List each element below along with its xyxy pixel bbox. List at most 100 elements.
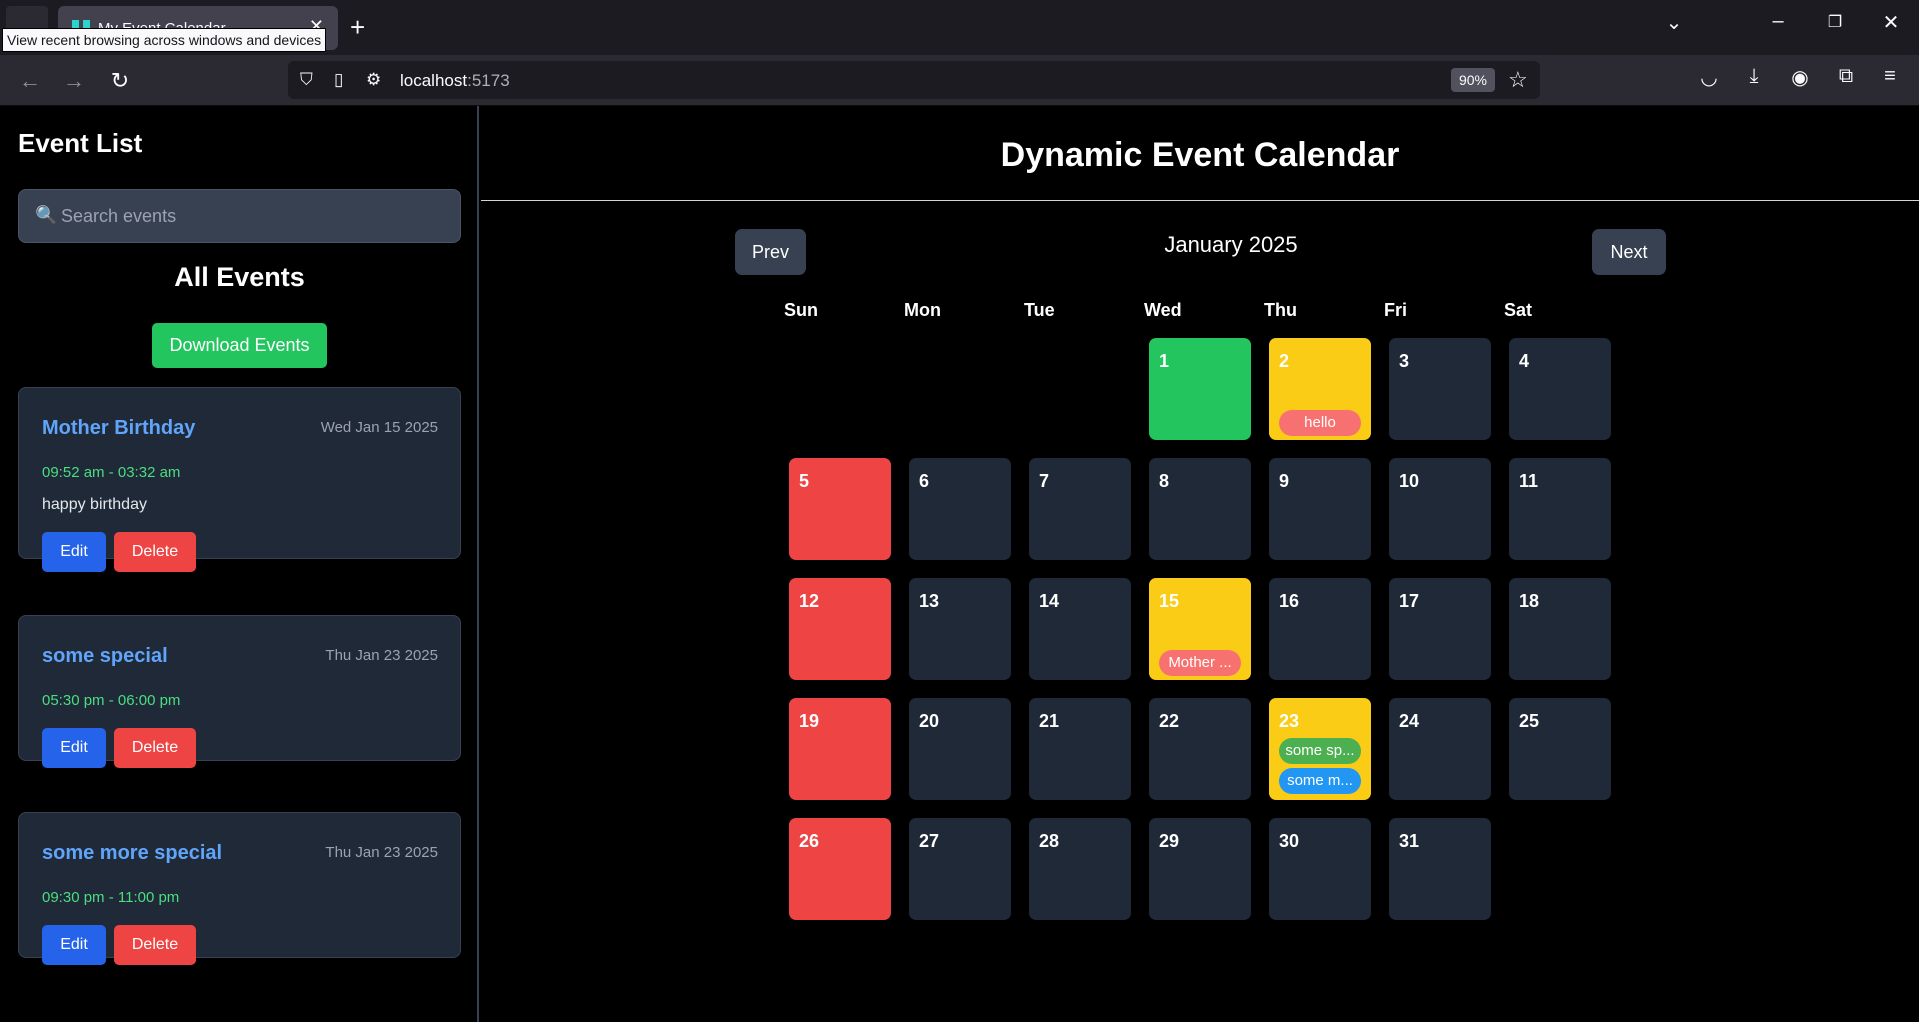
- search-icon: 🔍: [35, 205, 58, 225]
- event-pill[interactable]: some m...: [1279, 768, 1361, 794]
- edit-button[interactable]: Edit: [42, 925, 106, 965]
- restore-icon[interactable]: ❐: [1815, 12, 1855, 32]
- weekday-fri: Fri: [1384, 300, 1408, 320]
- day-number: 4: [1519, 351, 1530, 371]
- new-tab-button[interactable]: +: [350, 12, 365, 42]
- pocket-icon[interactable]: ◡: [1693, 65, 1725, 90]
- calendar-day[interactable]: 13: [909, 578, 1011, 680]
- day-number: 25: [1519, 711, 1540, 731]
- menu-icon[interactable]: ≡: [1874, 65, 1906, 88]
- weekday-sat: Sat: [1504, 300, 1533, 320]
- event-description: happy birthday: [42, 496, 147, 513]
- event-title: some more special: [42, 842, 223, 864]
- day-number: 3: [1399, 351, 1410, 371]
- minimize-icon[interactable]: –: [1758, 10, 1798, 33]
- url-bar[interactable]: ⛉ ▯ ⚙ localhost:5173 90% ☆: [288, 61, 1540, 99]
- day-number: 8: [1159, 471, 1170, 491]
- list-all-tabs-icon[interactable]: ⌄: [1654, 10, 1694, 35]
- next-month-button[interactable]: Next: [1592, 229, 1666, 275]
- event-date: Wed Jan 15 2025: [320, 419, 438, 436]
- event-pill[interactable]: hello: [1279, 410, 1361, 436]
- account-icon[interactable]: ◉: [1784, 65, 1816, 90]
- day-number: 13: [919, 591, 940, 611]
- url-text[interactable]: localhost:5173: [400, 71, 510, 91]
- event-title: Mother Birthday: [42, 417, 196, 439]
- delete-button[interactable]: Delete: [114, 532, 196, 572]
- event-list-sidebar: Event List 🔍 All Events Download Events …: [0, 106, 479, 1022]
- edit-button[interactable]: Edit: [42, 532, 106, 572]
- shield-icon[interactable]: ⛉: [300, 70, 313, 90]
- calendar-day[interactable]: 17: [1389, 578, 1491, 680]
- sidebar-title: Event List: [18, 128, 143, 158]
- browser-tab-bar: My Event Calendar ✕ + View recent browsi…: [0, 0, 1919, 55]
- weekday-tue: Tue: [1024, 300, 1055, 320]
- calendar-day[interactable]: 12: [789, 578, 891, 680]
- weekday-sun: Sun: [784, 300, 818, 320]
- day-number: 20: [919, 711, 940, 731]
- delete-button[interactable]: Delete: [114, 925, 196, 965]
- calendar-day[interactable]: 4: [1509, 338, 1611, 440]
- calendar-day[interactable]: 26: [789, 818, 891, 920]
- event-time: 09:30 pm - 11:00 pm: [42, 889, 180, 906]
- day-number: 24: [1399, 711, 1420, 731]
- close-window-icon[interactable]: ✕: [1871, 10, 1911, 35]
- permissions-icon[interactable]: ⚙: [366, 70, 381, 90]
- calendar-day[interactable]: 18: [1509, 578, 1611, 680]
- reload-icon[interactable]: ↻: [104, 65, 136, 97]
- calendar-day[interactable]: 14: [1029, 578, 1131, 680]
- calendar-day[interactable]: 3: [1389, 338, 1491, 440]
- back-icon[interactable]: ←: [14, 65, 46, 97]
- calendar-day[interactable]: 8: [1149, 458, 1251, 560]
- url-host: localhost: [400, 71, 468, 90]
- bookmark-star-icon[interactable]: ☆: [1508, 67, 1528, 93]
- day-number: 5: [799, 471, 810, 491]
- calendar-day[interactable]: 31: [1389, 818, 1491, 920]
- calendar-day[interactable]: 15 Mother ...: [1149, 578, 1251, 680]
- day-number: 14: [1039, 591, 1060, 611]
- calendar-day[interactable]: 7: [1029, 458, 1131, 560]
- downloads-icon[interactable]: ⤓: [1738, 65, 1770, 88]
- event-card: some special Thu Jan 23 2025 05:30 pm - …: [18, 615, 461, 768]
- calendar-day[interactable]: 20: [909, 698, 1011, 800]
- search-box[interactable]: 🔍: [18, 189, 461, 243]
- calendar-day[interactable]: 21: [1029, 698, 1131, 800]
- event-pill[interactable]: some sp...: [1279, 738, 1361, 764]
- day-number: 15: [1159, 591, 1180, 611]
- event-title: some special: [42, 645, 168, 667]
- calendar-day[interactable]: 6: [909, 458, 1011, 560]
- download-events-button[interactable]: Download Events: [152, 323, 327, 368]
- day-number: 10: [1399, 471, 1420, 491]
- forward-icon[interactable]: →: [58, 65, 90, 97]
- calendar-day[interactable]: 28: [1029, 818, 1131, 920]
- month-label: January 2025: [1164, 232, 1298, 257]
- calendar-day[interactable]: 30: [1269, 818, 1371, 920]
- calendar-day[interactable]: 23 some sp... some m...: [1269, 698, 1371, 800]
- day-number: 11: [1519, 471, 1539, 491]
- calendar-day[interactable]: 22: [1149, 698, 1251, 800]
- calendar-day[interactable]: 10: [1389, 458, 1491, 560]
- edit-button[interactable]: Edit: [42, 728, 106, 768]
- calendar-day[interactable]: 1: [1149, 338, 1251, 440]
- page-title: Dynamic Event Calendar: [1000, 136, 1400, 174]
- zoom-indicator[interactable]: 90%: [1451, 68, 1495, 92]
- day-number: 12: [799, 591, 820, 611]
- day-number: 23: [1279, 711, 1300, 731]
- calendar-day[interactable]: 2 hello: [1269, 338, 1371, 440]
- calendar-day[interactable]: 29: [1149, 818, 1251, 920]
- day-number: 27: [919, 831, 940, 851]
- delete-button[interactable]: Delete: [114, 728, 196, 768]
- calendar-day[interactable]: 19: [789, 698, 891, 800]
- extensions-icon[interactable]: ⧉: [1830, 65, 1862, 88]
- event-pill[interactable]: Mother ...: [1159, 650, 1241, 676]
- event-time: 09:52 am - 03:32 am: [42, 464, 181, 481]
- calendar-day[interactable]: 11: [1509, 458, 1611, 560]
- page-icon[interactable]: ▯: [334, 70, 343, 90]
- calendar-day[interactable]: 5: [789, 458, 891, 560]
- calendar-day[interactable]: 16: [1269, 578, 1371, 680]
- search-input[interactable]: [61, 190, 451, 242]
- calendar-day[interactable]: 9: [1269, 458, 1371, 560]
- calendar-day[interactable]: 25: [1509, 698, 1611, 800]
- calendar-day[interactable]: 27: [909, 818, 1011, 920]
- prev-month-button[interactable]: Prev: [735, 229, 806, 275]
- calendar-day[interactable]: 24: [1389, 698, 1491, 800]
